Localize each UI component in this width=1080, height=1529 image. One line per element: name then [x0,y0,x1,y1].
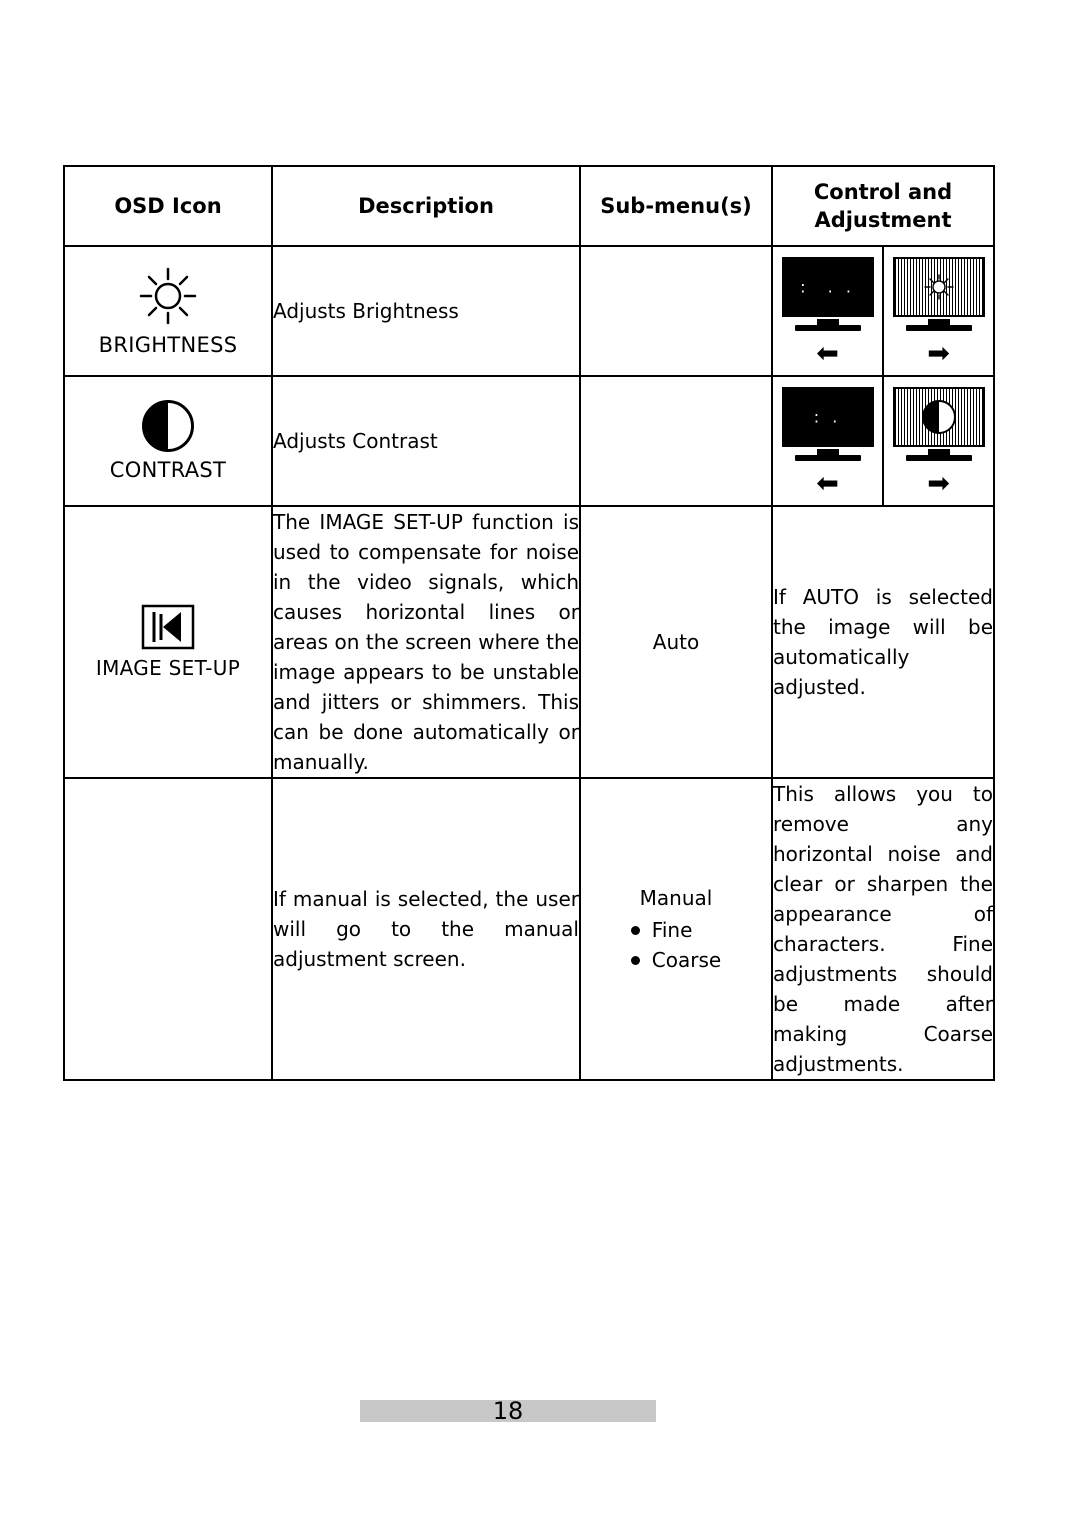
header-control-and-adjustment: Control and Adjustment [771,165,995,247]
header-control-line1: Control and [813,179,953,204]
table-row-image-setup-auto: IMAGE SET-UP The IMAGE SET-UP function i… [63,505,995,779]
screen-dots: : . . [800,277,855,297]
page-number: 18 [492,1397,524,1425]
left-arrow-icon: ⬅ [816,338,839,369]
cell-image-setup-icon: IMAGE SET-UP [63,505,273,779]
header-description: Description [271,165,581,247]
screen-sun-icon [919,274,959,300]
header-osd-icon: OSD Icon [63,165,273,247]
cell-brightness-icon: BRIGHTNESS [63,245,273,377]
cell-image-setup-description: The IMAGE SET-UP function is used to com… [271,505,581,779]
header-submenus: Sub-menu(s) [579,165,773,247]
brightness-decrease-graphic: : . . ⬅ [773,247,884,375]
image-setup-label: IMAGE SET-UP [95,656,241,680]
right-arrow-icon: ➡ [927,468,950,499]
table-row-brightness: BRIGHTNESS Adjusts Brightness : . . ⬅ ➡ [63,245,995,377]
cell-contrast-control: : . ⬅ ➡ [771,375,995,507]
screen-halfmoon-icon [921,400,956,434]
table-header-row: OSD Icon Description Sub-menu(s) Control… [63,165,995,247]
cell-contrast-icon: CONTRAST [63,375,273,507]
contrast-label: CONTRAST [109,458,227,482]
cell-contrast-submenu [579,375,773,507]
right-arrow-icon: ➡ [927,338,950,369]
contrast-circle-icon [142,400,194,452]
cell-image-setup-control: If AUTO is selected the image will be au… [771,505,995,779]
cell-brightness-submenu [579,245,773,377]
monitor-dark-icon: : . . [781,257,874,331]
brightness-increase-graphic: ➡ [884,247,993,375]
cell-brightness-control: : . . ⬅ ➡ [771,245,995,377]
submenu-item-coarse: Coarse [630,945,721,975]
submenu-title: Manual [639,886,713,910]
header-control-line2: Adjustment [814,208,952,232]
submenu-items: Fine Coarse [630,915,721,975]
cell-manual-control: This allows you to remove any horizontal… [771,777,995,1081]
bullet-icon [630,956,640,965]
osd-settings-table: OSD Icon Description Sub-menu(s) Control… [63,165,995,1081]
contrast-decrease-graphic: : . ⬅ [773,377,884,505]
screen-dots: : . [813,407,842,427]
left-arrow-icon: ⬅ [816,468,839,499]
brightness-label: BRIGHTNESS [98,333,238,357]
cell-manual-description: If manual is selected, the user will go … [271,777,581,1081]
table-row-contrast: CONTRAST Adjusts Contrast : . ⬅ ➡ [63,375,995,507]
submenu-item-fine: Fine [630,915,721,945]
bullet-icon [630,926,640,935]
cell-manual-icon [63,777,273,1081]
cell-contrast-description: Adjusts Contrast [271,375,581,507]
image-setup-icon [141,604,195,650]
cell-image-setup-submenu: Auto [579,505,773,779]
monitor-dark-icon: : . [781,387,874,461]
contrast-increase-graphic: ➡ [884,377,993,505]
brightness-sun-icon [137,265,199,327]
cell-manual-submenu: Manual Fine Coarse [579,777,773,1081]
monitor-bright-icon [892,257,985,331]
table-row-image-setup-manual: If manual is selected, the user will go … [63,777,995,1081]
cell-brightness-description: Adjusts Brightness [271,245,581,377]
monitor-contrast-icon [892,387,985,461]
document-page: OSD Icon Description Sub-menu(s) Control… [0,0,1080,1529]
